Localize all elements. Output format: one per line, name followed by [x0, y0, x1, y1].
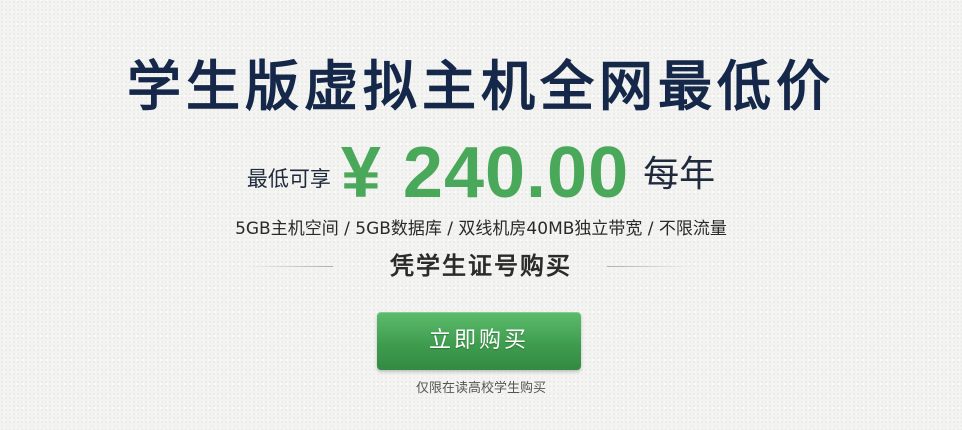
headline: 学生版虚拟主机全网最低价 — [127, 55, 835, 118]
buy-now-button[interactable]: 立即购买 — [377, 312, 581, 370]
promo-banner: 学生版虚拟主机全网最低价 最低可享 ¥ 240.00 每年 5GB主机空间 / 5G… — [0, 0, 962, 430]
subtitle: 凭学生证号购买 — [390, 252, 572, 280]
eligibility-note: 仅限在读高校学生购买 — [415, 381, 546, 396]
subtitle-row: 凭学生证号购买 — [0, 250, 962, 282]
price-row: 最低可享 ¥ 240.00 每年 — [0, 132, 962, 213]
price-suffix: 每年 — [643, 153, 716, 195]
price-value: ¥ 240.00 — [340, 132, 630, 213]
divider-right — [607, 266, 692, 267]
price-prefix: 最低可享 — [246, 166, 331, 191]
features-list: 5GB主机空间 / 5GB数据库 / 双线机房40MB独立带宽 / 不限流量 — [235, 219, 727, 239]
